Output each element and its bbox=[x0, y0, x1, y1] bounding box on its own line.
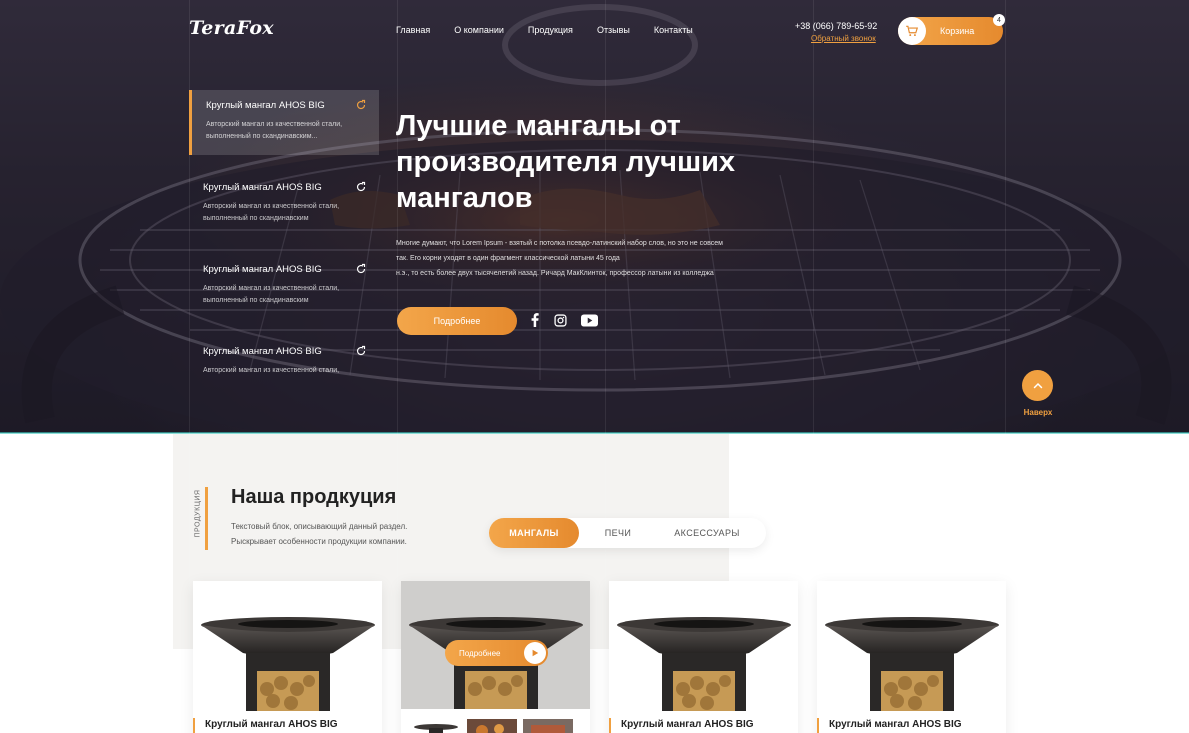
phone-number[interactable]: +38 (066) 789-65-92 bbox=[795, 21, 877, 31]
section-title: Наша продкуция bbox=[231, 486, 397, 508]
section-description-line: Рыскрывает особенности продукции компани… bbox=[231, 537, 407, 546]
tab-stoves[interactable]: ПЕЧИ bbox=[579, 518, 657, 548]
scroll-top-button[interactable] bbox=[1022, 370, 1053, 401]
nav-home[interactable]: Главная bbox=[396, 25, 430, 35]
product-name-accent bbox=[817, 718, 819, 733]
product-name-accent bbox=[193, 718, 195, 733]
nav-reviews[interactable]: Отзывы bbox=[597, 25, 630, 35]
cart-icon bbox=[898, 17, 926, 45]
refresh-link-icon[interactable] bbox=[355, 345, 367, 357]
social-links bbox=[530, 313, 598, 327]
tab-accessories[interactable]: АКСЕССУАРЫ bbox=[657, 518, 757, 548]
product-card[interactable]: Круглый мангал AHOS BIG bbox=[609, 581, 798, 733]
tab-grills[interactable]: МАНГАЛЫ bbox=[489, 518, 579, 548]
section-description: Текстовый блок, описывающий данный разде… bbox=[231, 519, 407, 549]
refresh-link-icon[interactable] bbox=[355, 99, 367, 111]
refresh-link-icon[interactable] bbox=[355, 263, 367, 275]
product-image bbox=[617, 617, 791, 711]
hero-product-title: Круглый мангал AHOS BIG bbox=[206, 100, 325, 111]
hero-more-button[interactable]: Подробнее bbox=[397, 307, 517, 335]
site-logo[interactable]: TeraFox bbox=[189, 17, 274, 39]
cart-count-badge: 4 bbox=[993, 14, 1005, 26]
product-name[interactable]: Круглый мангал AHOS BIG bbox=[829, 719, 962, 730]
section-vertical-label: ПРОДУКЦИЯ bbox=[194, 489, 202, 538]
product-thumbnails bbox=[401, 709, 590, 733]
product-name[interactable]: Круглый мангал AHOS BIG bbox=[205, 719, 338, 730]
product-name[interactable]: Круглый мангал AHOS BIG bbox=[621, 719, 754, 730]
hero-product-item[interactable]: Круглый мангал AHOS BIG Авторский мангал… bbox=[189, 254, 379, 319]
scroll-top-label: Наверх bbox=[1023, 408, 1053, 417]
hero-product-title: Круглый мангал AHOS BIG bbox=[203, 346, 322, 357]
section-description-line: Текстовый блок, описывающий данный разде… bbox=[231, 522, 408, 531]
youtube-icon[interactable] bbox=[581, 313, 598, 327]
hero-product-desc: Авторский мангал из качественной стали, … bbox=[203, 285, 340, 304]
refresh-link-icon[interactable] bbox=[355, 181, 367, 193]
product-card[interactable]: Круглый мангал AHOS BIG bbox=[817, 581, 1006, 733]
hero-product-desc: Авторский мангал из качественной стали, bbox=[203, 367, 340, 374]
thumbnail-image[interactable] bbox=[411, 719, 461, 733]
product-image bbox=[825, 617, 999, 711]
hero-text: Многие думают, что Lorem Ipsum - взятый … bbox=[396, 236, 816, 281]
thumbnail-image[interactable] bbox=[467, 719, 517, 733]
product-more-button[interactable]: Подробнее bbox=[445, 640, 548, 666]
hero-section bbox=[0, 0, 1189, 433]
hero-product-item[interactable]: Круглый мангал AHOS BIG Авторский мангал… bbox=[189, 90, 379, 155]
hero-product-title: Круглый мангал AHOS BIG bbox=[203, 264, 322, 275]
callback-link[interactable]: Обратный звонок bbox=[811, 34, 876, 43]
play-icon bbox=[524, 642, 546, 664]
facebook-icon[interactable] bbox=[530, 313, 540, 327]
chevron-up-icon bbox=[1033, 382, 1042, 388]
nav-contacts[interactable]: Контакты bbox=[654, 25, 693, 35]
hero-overlay bbox=[0, 0, 1189, 433]
hero-text-line: так. Его корни уходят в один фрагмент кл… bbox=[396, 255, 620, 262]
main-nav: Главная О компании Продукция Отзывы Конт… bbox=[396, 25, 693, 35]
instagram-icon[interactable] bbox=[554, 313, 567, 327]
nav-about[interactable]: О компании bbox=[454, 25, 504, 35]
nav-products[interactable]: Продукция bbox=[528, 25, 573, 35]
product-more-label: Подробнее bbox=[459, 648, 501, 658]
product-image bbox=[201, 617, 375, 711]
product-name-accent bbox=[609, 718, 611, 733]
product-card[interactable]: Подробнее bbox=[401, 581, 590, 733]
section-accent-bar bbox=[205, 487, 208, 550]
hero-title: Лучшие мангалы от производителя лучших м… bbox=[396, 110, 736, 214]
hero-product-desc: Авторский мангал из качественной стали, … bbox=[206, 121, 343, 140]
hero-text-line: Многие думают, что Lorem Ipsum - взятый … bbox=[396, 240, 723, 247]
cart-label: Корзина bbox=[940, 26, 975, 36]
hero-text-line: н.э., то есть более двух тысячелетий наз… bbox=[396, 270, 714, 277]
hero-product-item[interactable]: Круглый мангал AHOS BIG Авторский мангал… bbox=[189, 336, 379, 401]
hero-product-desc: Авторский мангал из качественной стали, … bbox=[203, 203, 340, 222]
hero-product-item[interactable]: Круглый мангал AHOS BIG Авторский мангал… bbox=[189, 172, 379, 237]
product-tabs: МАНГАЛЫ ПЕЧИ АКСЕССУАРЫ bbox=[489, 518, 766, 548]
thumbnail-image[interactable] bbox=[523, 719, 573, 733]
hero-product-list: Круглый мангал AHOS BIG Авторский мангал… bbox=[189, 90, 379, 418]
product-card[interactable]: Круглый мангал AHOS BIG bbox=[193, 581, 382, 733]
hero-product-title: Круглый мангал AHOS BIG bbox=[203, 182, 322, 193]
cart-button[interactable]: Корзина 4 bbox=[898, 14, 1005, 45]
